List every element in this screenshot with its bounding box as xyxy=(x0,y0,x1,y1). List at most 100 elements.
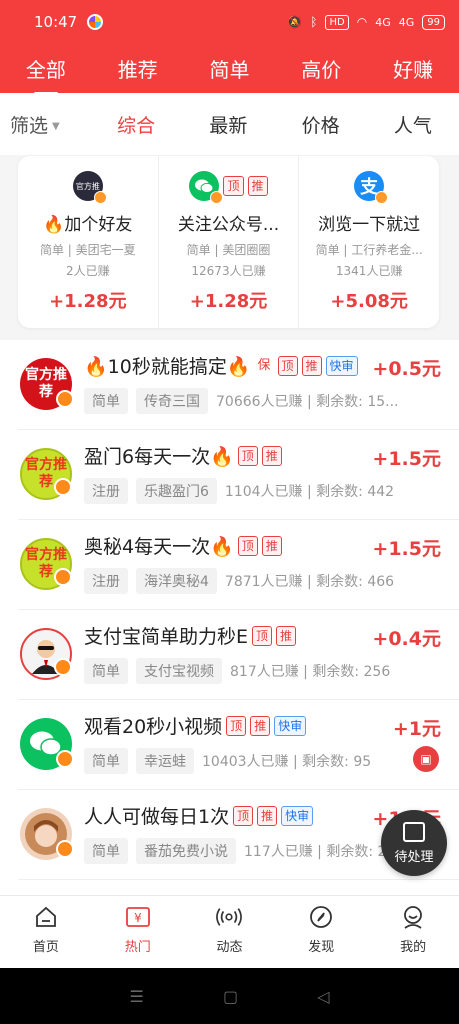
featured-card[interactable]: 顶 推 关注公众号... 简单 | 美团圈圈 12673人已赚 +1.28元 xyxy=(159,156,300,328)
tab-all[interactable]: 全部 xyxy=(6,54,86,95)
wifi-icon: ◠ xyxy=(356,15,368,29)
battery-icon: 99 xyxy=(422,14,445,30)
category-tabs: 全部 推荐 简单 高价 好赚 xyxy=(0,44,459,95)
clipboard-clock-icon xyxy=(403,822,425,842)
featured-card[interactable]: 官方推 🔥加个好友 简单 | 美团宅一夏 2人已赚 +1.28元 xyxy=(18,156,159,328)
tag-recommend: 推 xyxy=(247,176,268,196)
app-notification-icon xyxy=(87,14,104,30)
pending-label: 待处理 xyxy=(394,850,434,865)
home-square-icon[interactable]: ▢ xyxy=(223,987,238,1006)
task-stats: 117人已赚 | 剩余数: 2... xyxy=(244,844,400,860)
bluetooth-icon: ᛒ xyxy=(310,15,318,29)
nav-hot[interactable]: ¥ 热门 xyxy=(92,896,184,968)
nav-mine[interactable]: 我的 xyxy=(367,896,459,968)
task-app-chip: 海洋奥秘4 xyxy=(136,568,217,594)
nav-home-label: 首页 xyxy=(32,940,59,955)
tag-fast-review: 快审 xyxy=(325,355,358,376)
featured-price: +1.28元 xyxy=(49,291,127,312)
pending-tasks-button[interactable]: 待处理 xyxy=(381,810,447,876)
crown-badge-icon xyxy=(56,840,74,858)
nav-feed[interactable]: 动态 xyxy=(184,896,276,968)
wechat-icon xyxy=(189,171,224,204)
nav-feed-label: 动态 xyxy=(216,940,243,955)
signal-4g-icon: 4G xyxy=(375,15,391,29)
nav-mine-label: 我的 xyxy=(400,940,427,955)
nav-discover-label: 发现 xyxy=(308,940,335,955)
official-icon: 官方推 xyxy=(72,171,107,204)
official-icon-text: 官方推 xyxy=(75,181,100,191)
filter-button[interactable]: 筛选 ▼ xyxy=(0,111,90,138)
tab-high-price[interactable]: 高价 xyxy=(281,54,361,83)
featured-count: 2人已赚 xyxy=(66,264,110,278)
task-row[interactable]: 支付宝简单助力秒E 顶 推 +0.4元 简单 支付宝视频 817人已赚 | 剩余… xyxy=(18,610,459,700)
task-app-chip: 支付宝视频 xyxy=(136,658,222,684)
tag-top: 顶 xyxy=(277,355,298,376)
tag-top: 顶 xyxy=(237,535,258,556)
task-price: +0.5元 xyxy=(372,358,441,380)
sort-price[interactable]: 价格 xyxy=(275,111,367,138)
task-row[interactable]: 官方推荐 🔥10秒就能搞定🔥 保 顶 推 快审 +0.5元 简单 传奇三国 70… xyxy=(18,340,459,430)
task-type-chip: 简单 xyxy=(84,838,128,864)
task-stats: 7871人已赚 | 剩余数: 466 xyxy=(224,574,395,590)
featured-subtitle: 简单 | 美团宅一夏 xyxy=(39,243,136,257)
task-price: +1.5元 xyxy=(372,538,441,560)
crown-badge-icon xyxy=(54,658,72,676)
task-stats: 10403人已赚 | 剩余数: 95 xyxy=(202,754,372,770)
sort-comprehensive[interactable]: 综合 xyxy=(90,111,182,138)
featured-subtitle: 简单 | 工行养老金... xyxy=(315,243,423,257)
filter-label: 筛选 xyxy=(10,114,49,137)
status-bar: 10:47 🔕 ᛒ HD ◠ 4G 4G 99 xyxy=(0,0,459,44)
crown-badge-icon xyxy=(56,390,74,408)
task-price: +0.4元 xyxy=(372,628,441,650)
featured-subtitle: 简单 | 美团圈圈 xyxy=(186,243,271,257)
task-row[interactable]: 官方推荐 盈门6每天一次🔥 顶 推 +1.5元 注册 乐趣盈门6 1104人已赚… xyxy=(18,430,459,520)
tab-easy-earn[interactable]: 好赚 xyxy=(373,54,453,83)
crown-badge-icon xyxy=(56,750,74,768)
featured-price: +1.28元 xyxy=(189,291,268,312)
sort-popularity[interactable]: 人气 xyxy=(367,111,459,138)
red-envelope-icon[interactable]: ▣ xyxy=(413,746,439,772)
task-row[interactable]: 官方推荐 奥秘4每天一次🔥 顶 推 +1.5元 注册 海洋奥秘4 7871人已赚… xyxy=(18,520,459,610)
yuan-ticket-icon: ¥ xyxy=(125,904,151,930)
crown-badge-icon xyxy=(210,191,224,204)
svg-text:¥: ¥ xyxy=(134,911,142,925)
sort-latest[interactable]: 最新 xyxy=(182,111,274,138)
crown-badge-icon xyxy=(54,568,72,586)
tag-recommend: 推 xyxy=(261,445,282,466)
task-type-chip: 简单 xyxy=(84,658,128,684)
task-title: 观看20秒小视频 xyxy=(84,716,223,738)
bottom-nav: 首页 ¥ 热门 动态 发现 我的 xyxy=(0,895,459,968)
task-stats: 70666人已赚 | 剩余数: 15... xyxy=(216,394,399,410)
nav-hot-label: 热门 xyxy=(124,940,151,955)
tab-simple[interactable]: 简单 xyxy=(189,54,269,83)
task-app-chip: 传奇三国 xyxy=(136,388,208,414)
task-title: 人人可做每日1次 xyxy=(84,806,230,828)
task-list: 官方推荐 🔥10秒就能搞定🔥 保 顶 推 快审 +0.5元 简单 传奇三国 70… xyxy=(0,340,459,895)
task-type-chip: 注册 xyxy=(84,478,128,504)
compass-icon xyxy=(308,904,334,930)
tag-top: 顶 xyxy=(223,176,244,196)
featured-card[interactable]: 支 浏览一下就过 简单 | 工行养老金... 1341人已赚 +5.08元 xyxy=(299,156,439,328)
task-type-chip: 注册 xyxy=(84,568,128,594)
task-price: +1元 xyxy=(392,718,441,740)
guarantee-shield-icon: 保 xyxy=(257,357,271,373)
tag-recommend: 推 xyxy=(301,355,322,376)
crown-badge-icon xyxy=(54,478,72,496)
nav-home[interactable]: 首页 xyxy=(0,896,92,968)
user-avatar xyxy=(20,628,72,680)
tag-fast-review: 快审 xyxy=(274,715,307,736)
task-title: 盈门6每天一次🔥 xyxy=(84,446,234,468)
status-time: 10:47 xyxy=(34,13,78,31)
task-app-chip: 幸运蛙 xyxy=(136,748,194,774)
featured-title: 🔥加个好友 xyxy=(43,215,133,235)
task-row[interactable]: 观看20秒小视频 顶 推 快审 +1元 ▣ 简单 幸运蛙 10403人已赚 | … xyxy=(18,700,459,790)
filter-bar: 筛选 ▼ 综合 最新 价格 人气 xyxy=(0,93,459,155)
featured-tasks: 官方推 🔥加个好友 简单 | 美团宅一夏 2人已赚 +1.28元 顶 推 关注公… xyxy=(18,156,439,328)
menu-icon[interactable]: ☰ xyxy=(130,987,144,1006)
task-price: +1.5元 xyxy=(372,448,441,470)
featured-title: 浏览一下就过 xyxy=(318,215,421,235)
tab-recommended[interactable]: 推荐 xyxy=(98,54,178,83)
nav-discover[interactable]: 发现 xyxy=(275,896,367,968)
back-triangle-icon[interactable]: ◁ xyxy=(317,987,329,1006)
tag-recommend: 推 xyxy=(257,805,278,826)
